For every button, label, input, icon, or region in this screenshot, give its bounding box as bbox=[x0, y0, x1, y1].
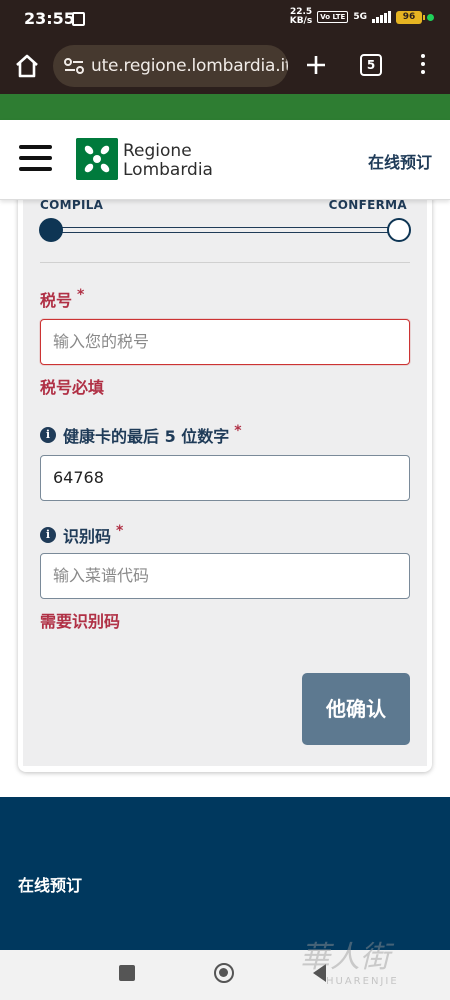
status-bar: 23:55 22.5 KB/s Vo LTE 5G 96 bbox=[0, 0, 450, 40]
form-body: COMPILA CONFERMA 税号 * 输入您的税号 税号必填 i 健康卡的… bbox=[23, 190, 427, 766]
id-code-label: i 识别码 * bbox=[40, 523, 123, 547]
network-type: 5G bbox=[353, 12, 367, 22]
health-card-value: 64768 bbox=[53, 468, 104, 487]
privacy-indicator-icon bbox=[427, 13, 434, 21]
health-card-label: i 健康卡的最后 5 位数字 * bbox=[40, 423, 242, 447]
divider bbox=[40, 262, 410, 263]
required-mark: * bbox=[234, 423, 242, 439]
info-icon[interactable]: i bbox=[40, 527, 56, 543]
step-compila-label: COMPILA bbox=[40, 198, 104, 212]
tax-code-input[interactable]: 输入您的税号 bbox=[40, 319, 410, 365]
required-mark: * bbox=[116, 523, 124, 539]
id-code-input[interactable]: 输入菜谱代码 bbox=[40, 553, 410, 599]
hamburger-menu-icon[interactable] bbox=[19, 145, 52, 171]
step-compila-dot bbox=[39, 218, 63, 242]
address-bar[interactable]: ute.regione.lombardia.it bbox=[53, 45, 288, 87]
app-notification-icon bbox=[72, 12, 85, 26]
id-code-placeholder: 输入菜谱代码 bbox=[53, 566, 150, 585]
form-card: COMPILA CONFERMA 税号 * 输入您的税号 税号必填 i 健康卡的… bbox=[18, 190, 432, 772]
book-online-link[interactable]: 在线预订 bbox=[368, 149, 432, 173]
site-header: Regione Lombardia 在线预订 bbox=[0, 120, 450, 200]
status-time: 23:55 bbox=[24, 9, 75, 28]
signal-icon bbox=[372, 11, 391, 23]
tax-code-error: 税号必填 bbox=[40, 378, 105, 397]
logo-text: Regione Lombardia bbox=[123, 141, 213, 180]
home-button[interactable] bbox=[214, 963, 234, 983]
status-indicators: 22.5 KB/s Vo LTE 5G 96 bbox=[290, 8, 434, 26]
required-mark: * bbox=[77, 287, 85, 303]
volte-icon: Vo LTE bbox=[317, 11, 349, 23]
step-conferma-dot bbox=[387, 218, 411, 242]
tax-code-label: 税号 * bbox=[40, 287, 85, 310]
battery-icon: 96 bbox=[396, 10, 425, 24]
browser-menu-icon[interactable] bbox=[420, 54, 426, 76]
tax-code-placeholder: 输入您的税号 bbox=[53, 332, 150, 351]
url-text: ute.regione.lombardia.it bbox=[91, 56, 288, 76]
info-icon[interactable]: i bbox=[40, 427, 56, 443]
green-strip bbox=[0, 94, 450, 120]
watermark: 華人街 bbox=[300, 940, 390, 975]
browser-toolbar: ute.regione.lombardia.it 5 bbox=[0, 40, 450, 94]
recents-button[interactable] bbox=[119, 965, 135, 981]
watermark-subtext: HUARENJIE bbox=[326, 976, 399, 987]
stepper-track bbox=[50, 227, 400, 233]
id-code-error: 需要识别码 bbox=[40, 612, 121, 631]
health-card-input[interactable]: 64768 bbox=[40, 455, 410, 501]
new-tab-icon[interactable] bbox=[305, 54, 327, 76]
regione-lombardia-logo[interactable] bbox=[76, 138, 118, 180]
footer-book-online-link[interactable]: 在线预订 bbox=[18, 872, 82, 896]
home-icon[interactable] bbox=[14, 53, 40, 79]
step-conferma-label: CONFERMA bbox=[328, 198, 407, 212]
network-speed: 22.5 KB/s bbox=[289, 7, 313, 26]
site-footer: 在线预订 bbox=[0, 797, 450, 950]
site-settings-icon[interactable] bbox=[63, 57, 85, 75]
tab-switcher-button[interactable]: 5 bbox=[360, 54, 382, 76]
confirm-button[interactable]: 他确认 bbox=[302, 673, 410, 745]
